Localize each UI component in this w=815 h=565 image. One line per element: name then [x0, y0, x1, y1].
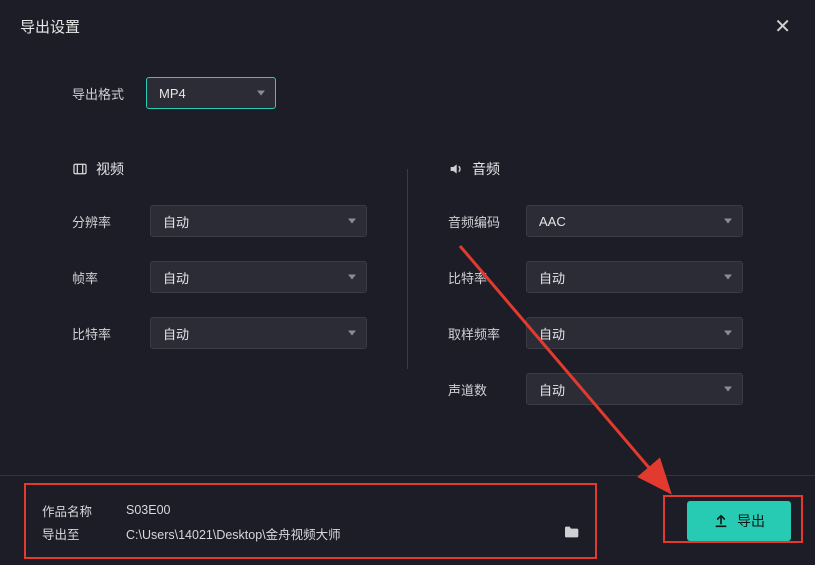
samplerate-label: 取样频率	[448, 324, 526, 343]
channels-label: 声道数	[448, 380, 526, 399]
close-button[interactable]: ✕	[770, 17, 795, 37]
audio-bitrate-value: 自动	[539, 268, 565, 287]
chevron-down-icon	[348, 275, 356, 280]
output-path-value: C:\Users\14021\Desktop\金舟视频大师	[126, 524, 515, 543]
chevron-down-icon	[257, 91, 265, 96]
chevron-down-icon	[724, 387, 732, 392]
audio-bitrate-select[interactable]: 自动	[526, 261, 743, 293]
video-icon	[72, 161, 88, 177]
audio-section-heading: 音频	[448, 159, 743, 179]
export-button[interactable]: 导出	[687, 501, 791, 541]
samplerate-select[interactable]: 自动	[526, 317, 743, 349]
chevron-down-icon	[724, 219, 732, 224]
framerate-select[interactable]: 自动	[150, 261, 367, 293]
output-info-panel: 作品名称 S03E00 导出至 C:\Users\14021\Desktop\金…	[24, 483, 597, 559]
resolution-label: 分辨率	[72, 212, 150, 231]
upload-icon	[713, 513, 729, 529]
close-icon: ✕	[774, 16, 791, 38]
chevron-down-icon	[348, 331, 356, 336]
output-name-label: 作品名称	[42, 501, 98, 520]
audio-codec-value: AAC	[539, 214, 566, 229]
framerate-label: 帧率	[72, 268, 150, 287]
output-name-value[interactable]: S03E00	[126, 503, 579, 517]
dialog-title: 导出设置	[20, 16, 80, 37]
audio-bitrate-label: 比特率	[448, 268, 526, 287]
folder-icon	[563, 525, 579, 539]
format-value: MP4	[159, 86, 186, 101]
chevron-down-icon	[724, 275, 732, 280]
format-select[interactable]: MP4	[146, 77, 276, 109]
audio-codec-select[interactable]: AAC	[526, 205, 743, 237]
audio-icon	[448, 161, 464, 177]
channels-value: 自动	[539, 380, 565, 399]
audio-codec-label: 音频编码	[448, 212, 526, 231]
output-path-label: 导出至	[42, 524, 98, 543]
export-button-label: 导出	[737, 511, 765, 531]
browse-folder-button[interactable]	[563, 525, 579, 542]
channels-select[interactable]: 自动	[526, 373, 743, 405]
video-bitrate-value: 自动	[163, 324, 189, 343]
chevron-down-icon	[348, 219, 356, 224]
video-bitrate-select[interactable]: 自动	[150, 317, 367, 349]
resolution-value: 自动	[163, 212, 189, 231]
chevron-down-icon	[724, 331, 732, 336]
resolution-select[interactable]: 自动	[150, 205, 367, 237]
format-label: 导出格式	[72, 84, 146, 103]
framerate-value: 自动	[163, 268, 189, 287]
video-section-heading: 视频	[72, 159, 367, 179]
samplerate-value: 自动	[539, 324, 565, 343]
video-bitrate-label: 比特率	[72, 324, 150, 343]
